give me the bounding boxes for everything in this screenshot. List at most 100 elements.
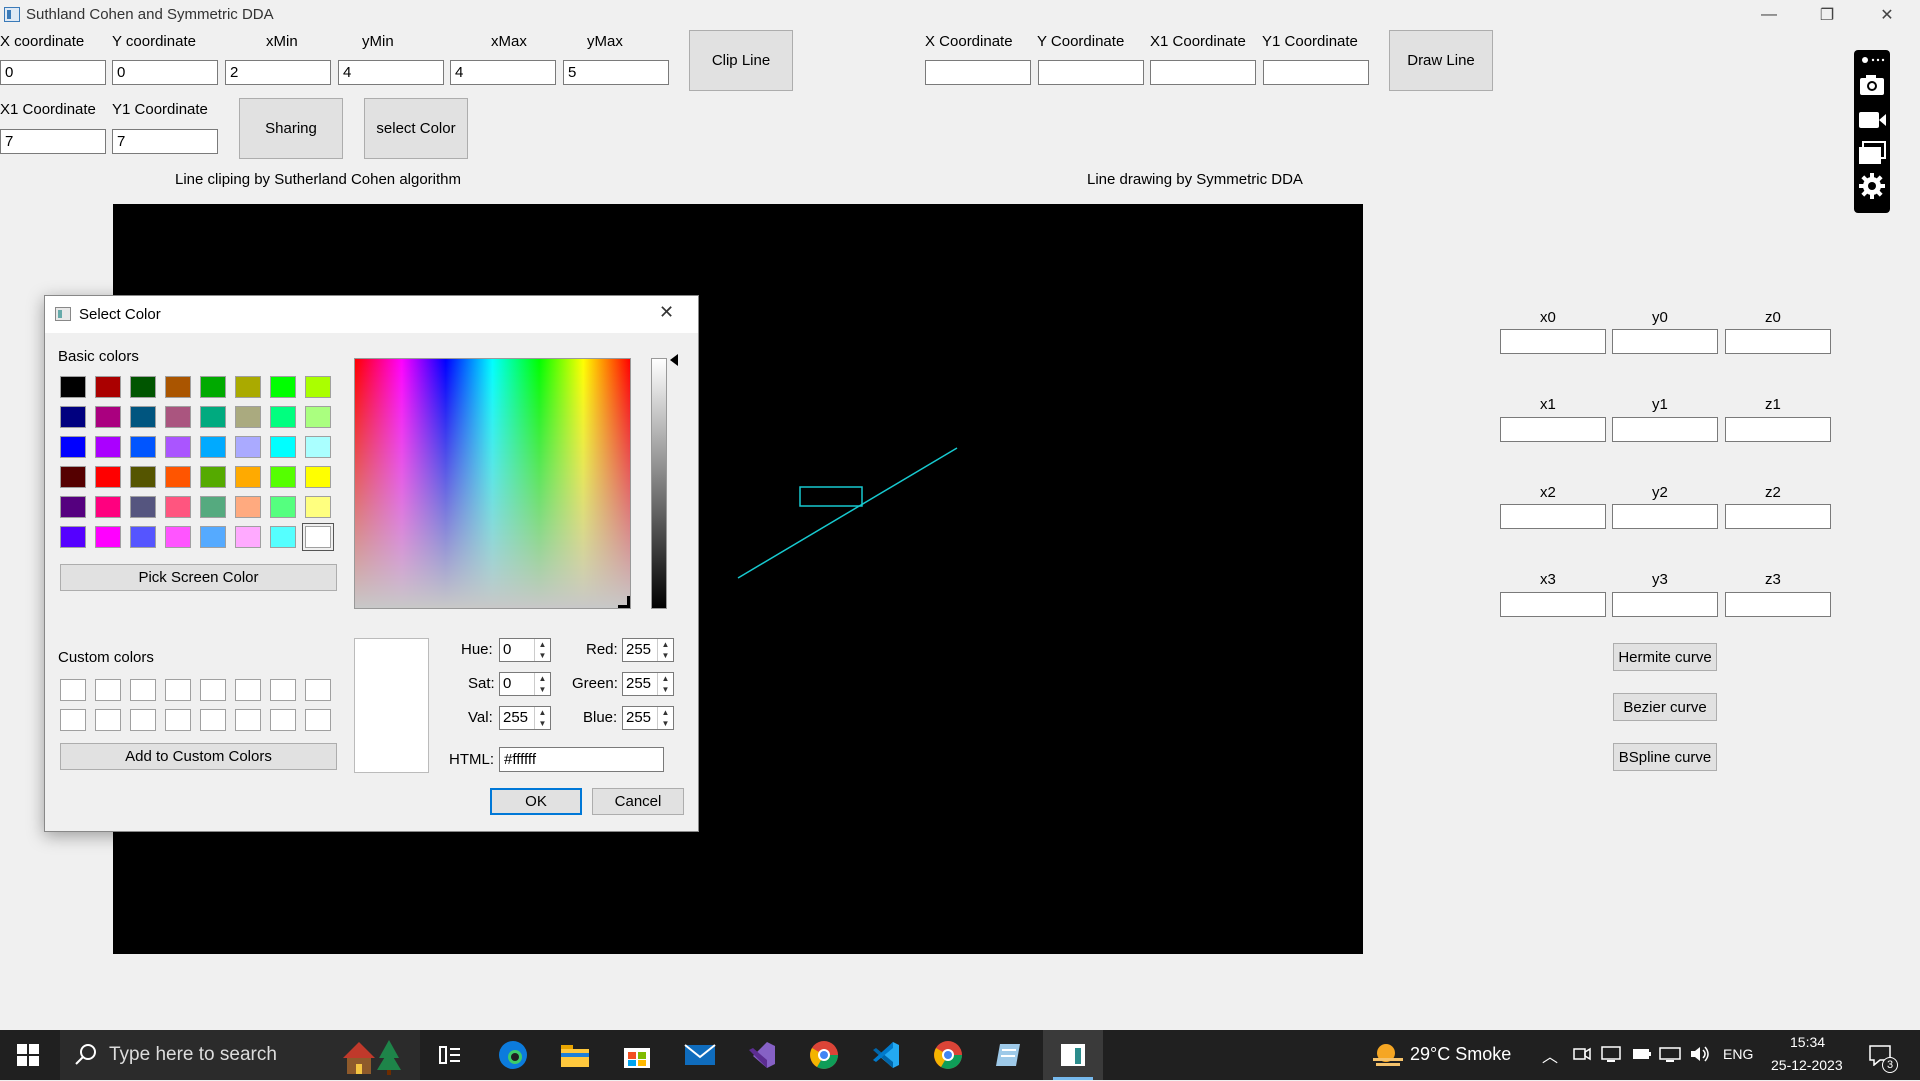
pick-screen-color-button[interactable]: Pick Screen Color (60, 564, 337, 591)
dda-y-input[interactable] (1038, 60, 1144, 85)
basic-color-swatch[interactable] (270, 436, 296, 458)
add-to-custom-colors-button[interactable]: Add to Custom Colors (60, 743, 337, 770)
val-spinbox[interactable]: 255 ▲ ▼ (499, 706, 551, 730)
basic-color-swatch[interactable] (60, 406, 86, 428)
basic-color-swatch[interactable] (60, 466, 86, 488)
mail-icon[interactable] (682, 1037, 718, 1073)
basic-color-swatch[interactable] (95, 526, 121, 548)
bezier-curve-button[interactable]: Bezier curve (1613, 693, 1717, 721)
basic-color-swatch[interactable] (270, 526, 296, 548)
clip-line-button[interactable]: Clip Line (689, 30, 793, 91)
x2-input[interactable] (1500, 504, 1606, 529)
clock-time[interactable]: 15:34 (1790, 1034, 1825, 1050)
value-slider-arrow-icon[interactable] (670, 354, 678, 366)
basic-color-swatch[interactable] (95, 436, 121, 458)
xmax-input[interactable]: 4 (450, 60, 556, 85)
z2-input[interactable] (1725, 504, 1831, 529)
blue-spinbox[interactable]: 255 ▲ ▼ (622, 706, 674, 730)
dialog-close-icon[interactable]: ✕ (659, 302, 674, 323)
display-icon[interactable] (1601, 1045, 1621, 1068)
basic-color-swatch[interactable] (95, 496, 121, 518)
spin-arrows-icon[interactable]: ▲ ▼ (534, 639, 550, 661)
spin-arrows-icon[interactable]: ▲ ▼ (657, 639, 673, 661)
close-button[interactable]: ✕ (1864, 0, 1910, 30)
y1-coordinate-input[interactable]: 7 (112, 129, 218, 154)
basic-color-swatch[interactable] (200, 406, 226, 428)
chrome-profile-icon[interactable] (806, 1037, 842, 1073)
basic-color-swatch[interactable] (130, 466, 156, 488)
microsoft-store-icon[interactable] (619, 1037, 655, 1073)
basic-color-swatch[interactable] (305, 466, 331, 488)
vscode-icon[interactable] (868, 1037, 904, 1073)
basic-color-swatch[interactable] (235, 526, 261, 548)
basic-color-swatch[interactable] (235, 406, 261, 428)
basic-color-swatch[interactable] (305, 406, 331, 428)
x3-input[interactable] (1500, 592, 1606, 617)
custom-color-swatch[interactable] (270, 709, 296, 731)
x1-input[interactable] (1500, 417, 1606, 442)
basic-color-swatch[interactable] (200, 466, 226, 488)
minimize-button[interactable]: — (1746, 0, 1792, 30)
network-icon[interactable] (1659, 1045, 1681, 1068)
basic-color-swatch[interactable] (60, 496, 86, 518)
file-explorer-icon[interactable] (557, 1037, 593, 1073)
custom-color-swatch[interactable] (200, 679, 226, 701)
basic-color-swatch[interactable] (305, 496, 331, 518)
task-view-icon[interactable] (432, 1037, 468, 1073)
dda-y1-input[interactable] (1263, 60, 1369, 85)
spin-arrows-icon[interactable]: ▲ ▼ (657, 673, 673, 695)
custom-color-swatch[interactable] (165, 709, 191, 731)
y3-input[interactable] (1612, 592, 1718, 617)
basic-color-swatch[interactable] (305, 436, 331, 458)
basic-color-swatch[interactable] (95, 466, 121, 488)
custom-color-swatch[interactable] (60, 679, 86, 701)
spin-arrows-icon[interactable]: ▲ ▼ (657, 707, 673, 729)
custom-color-swatch[interactable] (235, 679, 261, 701)
basic-color-swatch[interactable] (235, 496, 261, 518)
y-coordinate-input[interactable]: 0 (112, 60, 218, 85)
basic-color-swatch[interactable] (305, 376, 331, 398)
basic-color-swatch[interactable] (130, 526, 156, 548)
select-color-button[interactable]: select Color (364, 98, 468, 159)
windows-start-icon[interactable] (17, 1044, 39, 1066)
y1-input[interactable] (1612, 417, 1718, 442)
custom-color-swatch[interactable] (130, 709, 156, 731)
weather-icon[interactable] (1371, 1040, 1405, 1075)
basic-color-swatch[interactable] (165, 376, 191, 398)
basic-color-swatch[interactable] (130, 436, 156, 458)
weather-text[interactable]: 29°C Smoke (1410, 1044, 1511, 1065)
basic-color-swatch[interactable] (302, 523, 334, 551)
basic-color-swatch[interactable] (270, 496, 296, 518)
battery-icon[interactable] (1632, 1047, 1652, 1066)
cancel-button[interactable]: Cancel (592, 788, 684, 815)
custom-color-swatch[interactable] (165, 679, 191, 701)
language-indicator[interactable]: ENG (1723, 1046, 1753, 1062)
basic-color-swatch[interactable] (95, 406, 121, 428)
notepad-app-icon[interactable] (991, 1037, 1027, 1073)
z1-input[interactable] (1725, 417, 1831, 442)
hermite-curve-button[interactable]: Hermite curve (1613, 643, 1717, 671)
edge-icon[interactable] (495, 1037, 531, 1073)
basic-color-swatch[interactable] (270, 376, 296, 398)
value-slider[interactable] (651, 358, 667, 609)
basic-color-swatch[interactable] (200, 376, 226, 398)
y0-input[interactable] (1612, 329, 1718, 354)
basic-color-swatch[interactable] (235, 466, 261, 488)
color-spectrum[interactable] (354, 358, 631, 609)
custom-color-swatch[interactable] (95, 709, 121, 731)
ymin-input[interactable]: 4 (338, 60, 444, 85)
basic-color-swatch[interactable] (270, 406, 296, 428)
meet-now-icon[interactable] (1573, 1045, 1591, 1068)
chrome-icon[interactable] (930, 1037, 966, 1073)
basic-color-swatch[interactable] (200, 436, 226, 458)
running-app-icon[interactable] (1055, 1037, 1091, 1073)
basic-color-swatch[interactable] (200, 496, 226, 518)
custom-color-swatch[interactable] (305, 679, 331, 701)
x-coordinate-input[interactable]: 0 (0, 60, 106, 85)
basic-color-swatch[interactable] (165, 406, 191, 428)
basic-color-swatch[interactable] (60, 526, 86, 548)
basic-color-swatch[interactable] (130, 376, 156, 398)
basic-color-swatch[interactable] (270, 466, 296, 488)
x0-input[interactable] (1500, 329, 1606, 354)
custom-color-swatch[interactable] (305, 709, 331, 731)
